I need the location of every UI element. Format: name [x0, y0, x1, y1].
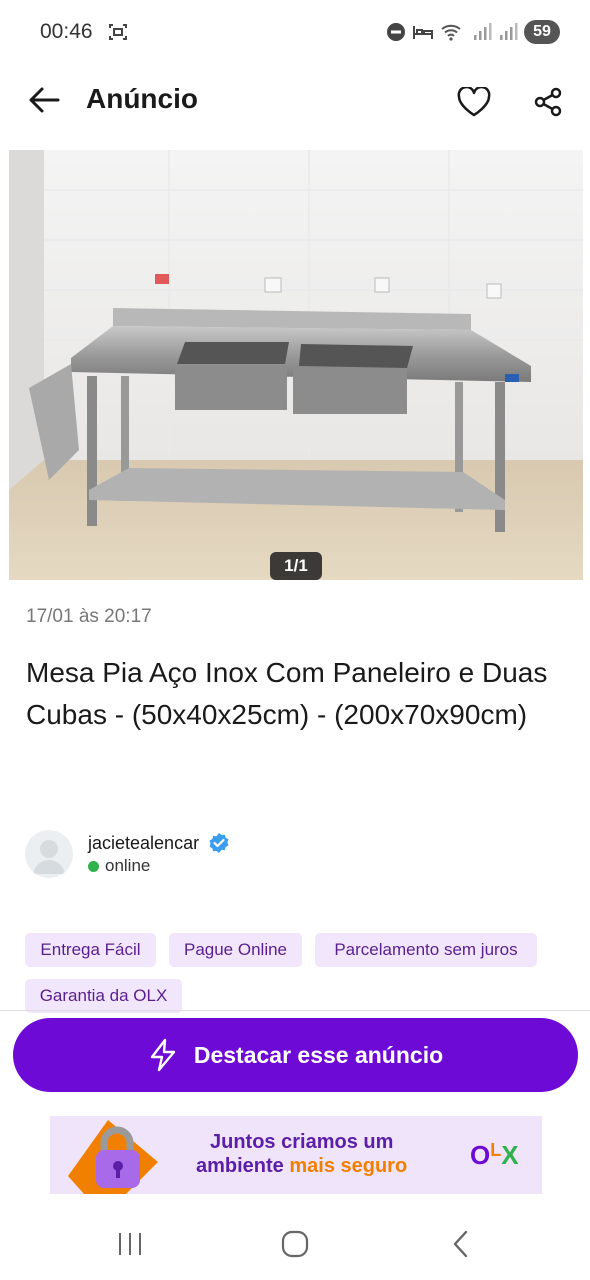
favorite-button[interactable] — [454, 82, 494, 122]
status-icons: 59 — [386, 18, 560, 46]
sink-table-image — [9, 150, 583, 580]
share-button[interactable] — [528, 82, 568, 122]
do-not-disturb-icon — [387, 23, 405, 41]
system-nav-bar — [0, 1204, 590, 1280]
banner-text-line2: ambiente mais seguro — [196, 1155, 407, 1178]
banner-text-line1: Juntos criamos um — [210, 1131, 394, 1153]
battery-indicator: 59 — [524, 20, 560, 44]
photo-counter: 1/1 — [270, 552, 322, 580]
status-time: 00:46 — [40, 20, 93, 43]
seller-name[interactable]: jacietealencar — [88, 833, 199, 854]
olx-logo-l: L — [490, 1140, 502, 1160]
user-placeholder-icon — [33, 840, 65, 874]
banner-text-plain: ambiente — [196, 1155, 290, 1177]
olx-logo: OLX — [470, 1140, 519, 1171]
tag-garantia-olx: Garantia da OLX — [25, 979, 182, 1013]
online-status-dot — [88, 861, 99, 872]
listing-title: Mesa Pia Aço Inox Com Paneleiro e Duas C… — [26, 657, 548, 730]
seller-status: online — [105, 856, 151, 875]
signal-icon-2 — [500, 23, 518, 40]
seller-avatar[interactable] — [25, 830, 73, 878]
app-header: Anúncio — [0, 64, 590, 136]
padlock-icon — [68, 1120, 158, 1194]
highlight-ad-label: Destacar esse anúncio — [193, 1041, 444, 1068]
highlight-ad-button[interactable]: Destacar esse anúncio — [13, 1018, 578, 1092]
status-bar: 00:46 59 — [0, 0, 590, 64]
tag-parcelamento: Parcelamento sem juros — [315, 933, 537, 967]
lightning-icon — [150, 1038, 176, 1072]
system-back-button[interactable] — [441, 1226, 481, 1262]
page-title: Anúncio — [86, 83, 198, 114]
banner-text-accent: mais seguro — [289, 1155, 408, 1177]
home-button[interactable] — [275, 1226, 315, 1262]
safety-banner[interactable]: Juntos criamos um ambiente mais seguro O… — [50, 1116, 542, 1194]
listing-date: 17/01 às 20:17 — [26, 606, 152, 627]
back-button[interactable] — [24, 82, 64, 118]
arrow-left-icon — [29, 87, 60, 113]
share-icon — [534, 87, 562, 117]
recent-apps-button[interactable] — [110, 1226, 150, 1262]
chevron-left-icon — [453, 1230, 468, 1258]
home-icon — [281, 1230, 309, 1258]
listing-photo[interactable] — [9, 150, 583, 580]
olx-logo-x: X — [501, 1140, 519, 1170]
divider — [0, 1010, 590, 1011]
signal-icon — [474, 23, 492, 40]
screenshot-icon — [109, 24, 127, 40]
tag-entrega-facil: Entrega Fácil — [25, 933, 156, 967]
sleep-mode-icon — [413, 26, 433, 39]
tag-pague-online: Pague Online — [169, 933, 302, 967]
verified-badge-icon — [209, 833, 229, 853]
olx-logo-o: O — [470, 1140, 491, 1170]
recent-apps-icon — [119, 1233, 141, 1255]
heart-icon — [457, 87, 491, 117]
wifi-icon — [441, 24, 461, 41]
